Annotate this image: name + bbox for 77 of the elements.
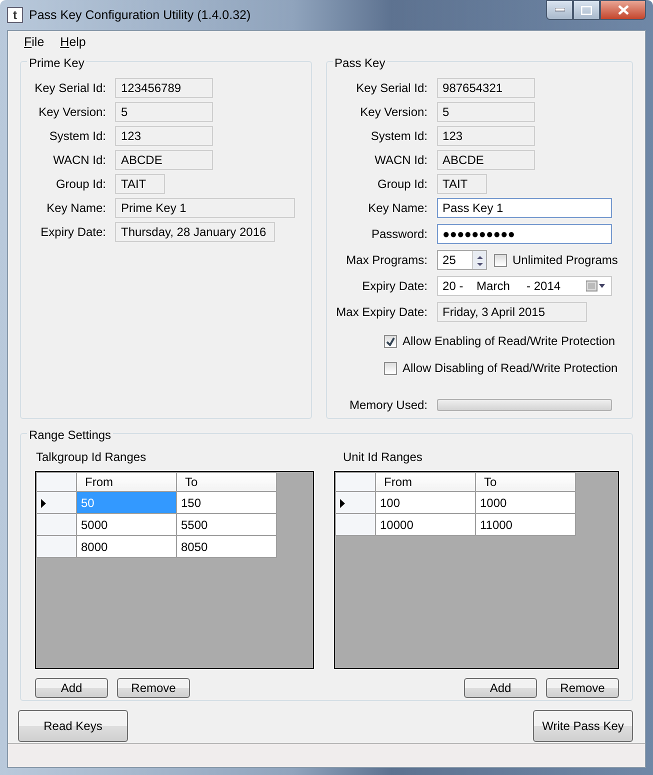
close-icon — [618, 5, 628, 15]
column-header[interactable]: From — [76, 472, 176, 492]
readonly-field: ABCDE — [115, 150, 213, 170]
readonly-field: 123 — [436, 126, 535, 146]
action-button[interactable]: Read Keys — [18, 710, 128, 742]
table-cell[interactable]: 5000 — [76, 514, 176, 536]
calendar-icon[interactable] — [586, 280, 606, 292]
table-title: Unit Id Ranges — [342, 449, 424, 466]
field-label: WACN Id: — [374, 152, 428, 169]
input-field[interactable]: Pass Key 1 — [436, 198, 612, 218]
table-cell[interactable]: 8050 — [176, 536, 276, 558]
checkbox[interactable] — [494, 254, 507, 266]
checkbox-label: Allow Disabling of Read/Write Protection — [402, 360, 618, 377]
maximize-icon — [581, 6, 592, 14]
table-cell[interactable]: 150 — [176, 492, 276, 514]
field-label: Key Name: — [367, 200, 428, 217]
spin-field[interactable]: 25 — [436, 250, 487, 270]
input-field[interactable]: ●●●●●●●●●● — [436, 224, 612, 244]
field-label: System Id: — [48, 128, 106, 145]
readonly-field: 123 — [115, 126, 213, 146]
readonly-field: Friday, 3 April 2015 — [436, 302, 587, 322]
column-header[interactable]: From — [376, 472, 476, 492]
field-label: Max Expiry Date: — [335, 304, 428, 321]
column-header[interactable]: To — [476, 472, 576, 492]
column-header[interactable]: To — [176, 472, 276, 492]
readonly-field: Thursday, 28 January 2016 — [115, 222, 275, 242]
field-label: System Id: — [370, 128, 428, 145]
menu-item[interactable]: Help — [52, 32, 94, 52]
readonly-field: 5 — [115, 102, 213, 122]
menu-item[interactable]: File — [16, 32, 52, 52]
readonly-field: ABCDE — [436, 150, 535, 170]
checkbox[interactable] — [384, 334, 397, 348]
readonly-field: 987654321 — [436, 78, 535, 98]
field-label: Key Version: — [359, 104, 428, 121]
field-label: Expiry Date: — [361, 278, 428, 295]
field-label: Group Id: — [54, 176, 106, 193]
window-title: Pass Key Configuration Utility (1.4.0.32) — [29, 6, 251, 24]
checkbox-label: Unlimited Programs — [512, 252, 618, 269]
table-cell[interactable]: 5500 — [176, 514, 276, 536]
field-label: Max Programs: — [345, 252, 428, 269]
table-title: Talkgroup Id Ranges — [35, 449, 148, 466]
row-header[interactable] — [36, 492, 76, 514]
table-cell[interactable]: 8000 — [76, 536, 176, 558]
table-cell[interactable]: 1000 — [476, 492, 576, 514]
checkbox-label: Allow Enabling of Read/Write Protection — [402, 333, 616, 350]
table-cell[interactable]: 11000 — [476, 514, 576, 536]
app-icon: t — [7, 7, 23, 23]
field-label: Key Serial Id: — [34, 80, 106, 97]
readonly-field: 5 — [436, 102, 535, 122]
table-cell[interactable]: 10000 — [376, 514, 476, 536]
readonly-field: TAIT — [436, 174, 487, 194]
field-label: WACN Id: — [52, 152, 106, 169]
field-label: Expiry Date: — [40, 224, 106, 241]
action-button[interactable]: Remove — [546, 678, 619, 698]
action-button[interactable]: Write Pass Key — [533, 710, 633, 742]
readonly-field: Prime Key 1 — [115, 198, 295, 218]
readonly-field: 123456789 — [115, 78, 213, 98]
maximize-button[interactable] — [573, 0, 600, 20]
checkbox[interactable] — [384, 362, 397, 374]
close-button[interactable] — [600, 0, 646, 20]
action-button[interactable]: Remove — [117, 678, 190, 698]
table-cell[interactable]: 100 — [376, 492, 476, 514]
action-button[interactable]: Add — [35, 678, 108, 698]
field-label: Key Serial Id: — [355, 80, 428, 97]
action-button[interactable]: Add — [464, 678, 537, 698]
date-picker[interactable]: 20 - March - 2014 — [436, 276, 612, 296]
field-label: Key Version: — [38, 104, 106, 121]
field-label: Memory Used: — [348, 397, 428, 414]
readonly-field: TAIT — [115, 174, 165, 194]
row-header[interactable] — [336, 492, 376, 514]
current-row-icon — [340, 498, 345, 508]
field-label: Group Id: — [376, 176, 428, 193]
field-label: Password: — [370, 226, 428, 243]
field-label: Key Name: — [46, 200, 106, 217]
minimize-button[interactable] — [546, 0, 573, 20]
minimize-icon — [554, 8, 564, 12]
current-row-icon — [41, 498, 46, 508]
